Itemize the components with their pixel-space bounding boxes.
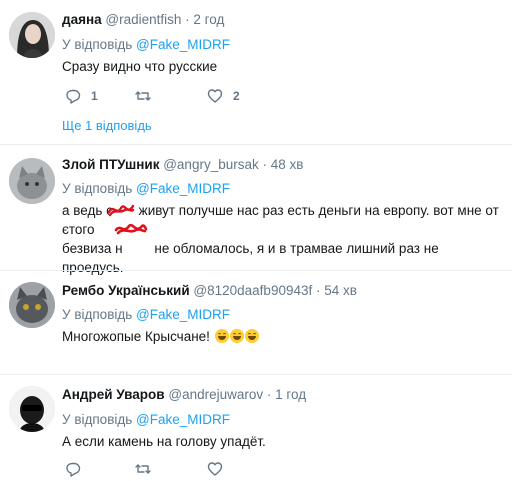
tweet-header: Андрей Уваров @andrejuwarov · 1 год xyxy=(62,387,306,403)
separator: · xyxy=(181,12,194,27)
retweet-button[interactable] xyxy=(135,88,161,104)
tears-of-joy-emoji xyxy=(229,329,244,343)
reply-prefix: У відповідь xyxy=(62,37,133,52)
author-name[interactable]: Рембо Український xyxy=(62,283,190,298)
separator: · xyxy=(258,157,271,172)
reply-to-link[interactable]: @Fake_MIDRF xyxy=(136,307,230,322)
tweet-actions: 1 2 xyxy=(62,88,322,108)
reply-context: У відповідь @Fake_MIDRF xyxy=(62,307,230,323)
separator: · xyxy=(263,387,276,402)
avatar[interactable] xyxy=(9,386,55,432)
avatar[interactable] xyxy=(9,158,55,204)
reply-button[interactable] xyxy=(65,461,81,477)
reply-context: У відповідь @Fake_MIDRF xyxy=(62,37,230,53)
retweet-button[interactable] xyxy=(135,461,151,477)
text-fragment: а ведь с xyxy=(62,203,113,218)
like-button[interactable]: 2 xyxy=(207,88,240,104)
reply-to-link[interactable]: @Fake_MIDRF xyxy=(136,37,230,52)
retweet-icon xyxy=(135,91,151,101)
reply-count: 1 xyxy=(91,89,98,103)
author-handle[interactable]: @8120daafb90943f xyxy=(193,283,312,298)
tears-of-joy-emoji xyxy=(214,329,229,343)
tears-of-joy-emoji xyxy=(244,329,259,343)
reply-button[interactable]: 1 xyxy=(65,88,98,104)
text-fragment: Многожопые Крысчане! xyxy=(62,329,210,344)
author-handle[interactable]: @radientfish xyxy=(105,12,181,27)
author-name[interactable]: даяна xyxy=(62,12,102,27)
tweet-actions xyxy=(62,461,322,481)
timestamp[interactable]: 1 год xyxy=(275,387,306,402)
tweet-text: Многожопые Крысчане! xyxy=(62,327,502,346)
avatar[interactable] xyxy=(9,282,55,328)
reply-to-link[interactable]: @Fake_MIDRF xyxy=(136,412,230,427)
tweet-2[interactable]: Злой ПТУшник @angry_bursak · 48 хв У від… xyxy=(0,145,512,275)
timestamp[interactable]: 54 хв xyxy=(324,283,357,298)
tweet-4[interactable]: Андрей Уваров @andrejuwarov · 1 год У ві… xyxy=(0,375,512,477)
tweet-header: Рембо Український @8120daafb90943f · 54 … xyxy=(62,283,357,299)
tweet-text: Сразу видно что русские xyxy=(62,59,218,74)
reply-prefix: У відповідь xyxy=(62,412,133,427)
redaction-scribble xyxy=(114,223,148,235)
tweet-header: даяна @radientfish · 2 год xyxy=(62,12,224,28)
tweet-header: Злой ПТУшник @angry_bursak · 48 хв xyxy=(62,157,303,173)
reply-prefix: У відповідь xyxy=(62,181,133,196)
text-fragment: безвиза н xyxy=(62,241,123,256)
reply-context: У відповідь @Fake_MIDRF xyxy=(62,181,230,197)
retweet-icon xyxy=(135,464,151,474)
reply-icon xyxy=(66,89,81,104)
timestamp[interactable]: 2 год xyxy=(193,12,224,27)
author-name[interactable]: Андрей Уваров xyxy=(62,387,165,402)
reply-context: У відповідь @Fake_MIDRF xyxy=(62,412,230,428)
author-name[interactable]: Злой ПТУшник xyxy=(62,157,159,172)
tweet-1[interactable]: даяна @radientfish · 2 год У відповідь @… xyxy=(0,0,512,143)
author-handle[interactable]: @angry_bursak xyxy=(163,157,259,172)
like-count: 2 xyxy=(233,89,240,103)
show-more-replies-link[interactable]: Ще 1 відповідь xyxy=(62,118,152,133)
separator: · xyxy=(312,283,325,298)
heart-icon xyxy=(207,462,223,476)
heart-icon xyxy=(207,89,223,103)
tweet-3[interactable]: Рембо Український @8120daafb90943f · 54 … xyxy=(0,271,512,373)
tweet-text: А если камень на голову упадёт. xyxy=(62,434,266,449)
reply-prefix: У відповідь xyxy=(62,307,133,322)
author-handle[interactable]: @andrejuwarov xyxy=(168,387,263,402)
avatar[interactable] xyxy=(9,12,55,58)
reply-to-link[interactable]: @Fake_MIDRF xyxy=(136,181,230,196)
timestamp[interactable]: 48 хв xyxy=(271,157,304,172)
reply-icon xyxy=(66,462,81,477)
like-button[interactable] xyxy=(207,461,223,477)
redaction-scribble xyxy=(107,204,135,217)
